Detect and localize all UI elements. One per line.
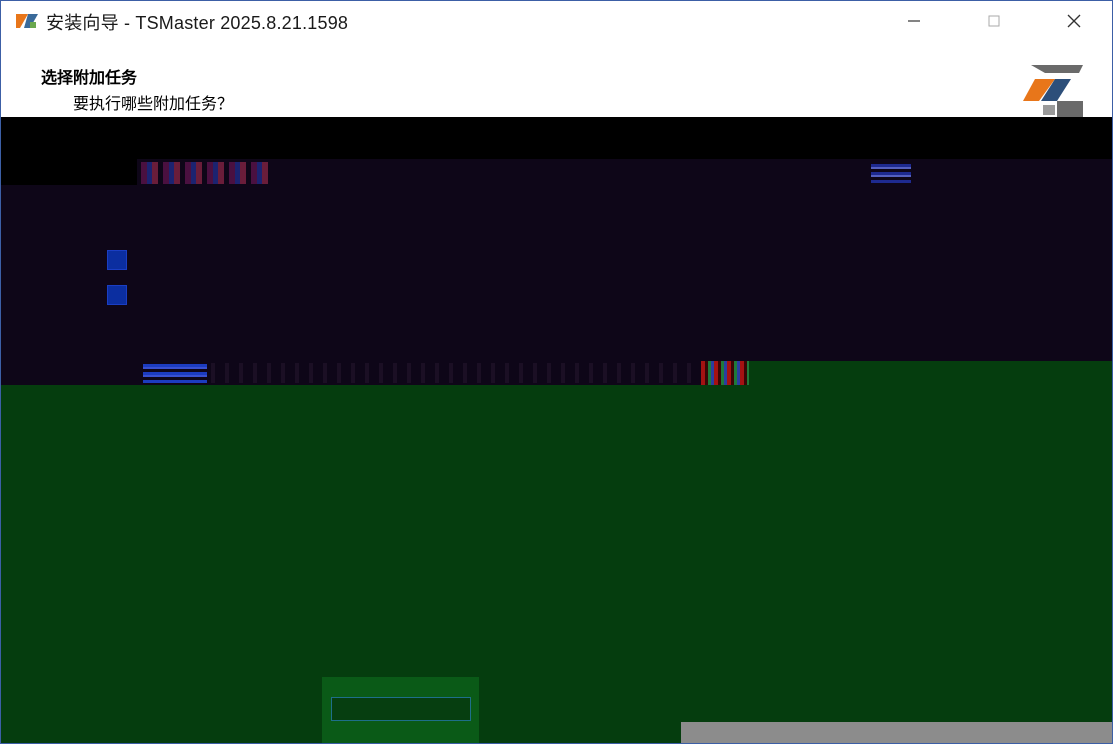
tsmaster-logo-icon bbox=[16, 14, 38, 28]
page-title: 选择附加任务 bbox=[41, 68, 138, 87]
minimize-icon bbox=[908, 20, 920, 22]
task-checkbox-1[interactable] bbox=[107, 250, 127, 270]
green-strip bbox=[749, 361, 1112, 385]
wizard-header: 选择附加任务 要执行哪些附加任务？ bbox=[1, 41, 1112, 117]
minimize-button[interactable] bbox=[891, 1, 937, 41]
group-label bbox=[141, 162, 271, 184]
close-button[interactable] bbox=[1051, 1, 1097, 41]
info-marker bbox=[701, 361, 749, 385]
bottom-gray-strip bbox=[681, 722, 1112, 743]
bottom-area bbox=[1, 385, 1112, 743]
title-bar[interactable]: 安装向导 - TSMaster 2025.8.21.1598 bbox=[1, 1, 1112, 41]
tsmaster-logo-icon bbox=[1023, 65, 1083, 117]
info-label bbox=[143, 361, 207, 383]
group-label-right bbox=[871, 161, 911, 183]
black-band bbox=[1, 117, 1112, 159]
maximize-icon bbox=[988, 15, 1000, 27]
info-text-row bbox=[211, 363, 701, 383]
page-subtitle: 要执行哪些附加任务？ bbox=[73, 94, 234, 113]
maximize-button[interactable] bbox=[971, 1, 1017, 41]
panel-strip bbox=[1, 159, 137, 185]
task-checkbox-2[interactable] bbox=[107, 285, 127, 305]
window-title: 安装向导 - TSMaster 2025.8.21.1598 bbox=[46, 13, 349, 33]
installer-window: 安装向导 - TSMaster 2025.8.21.1598 选择附加任务 要执… bbox=[0, 0, 1113, 744]
task-panel bbox=[1, 159, 1112, 385]
action-button[interactable] bbox=[331, 697, 471, 721]
close-icon bbox=[1067, 14, 1081, 28]
